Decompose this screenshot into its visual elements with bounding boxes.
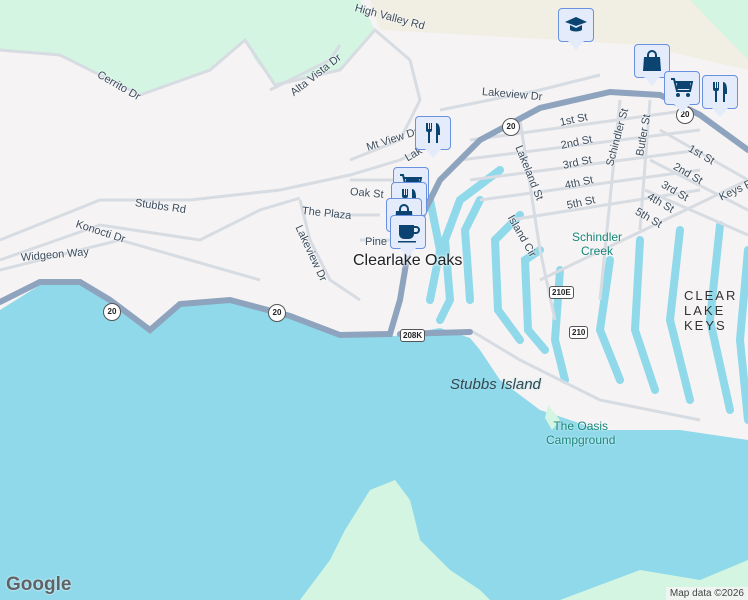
street-label: Pine bbox=[365, 236, 388, 248]
island-label: Stubbs Island bbox=[450, 376, 541, 393]
route-shield: 20 bbox=[502, 118, 520, 136]
campground-label-line: The Oasis bbox=[553, 419, 609, 433]
cafe-icon bbox=[398, 225, 420, 243]
route-box: 210 bbox=[569, 326, 589, 339]
campground-label-line: Campground bbox=[546, 433, 616, 447]
campground-label: The Oasis Campground bbox=[546, 419, 615, 447]
creek-label: Schindler Creek bbox=[572, 230, 622, 258]
school-marker[interactable] bbox=[558, 8, 594, 50]
restaurant-icon bbox=[426, 123, 440, 143]
map-attribution[interactable]: Map data ©2026 bbox=[665, 587, 748, 600]
map-canvas[interactable] bbox=[0, 0, 748, 600]
google-logo: Google bbox=[6, 574, 72, 595]
grocery-marker[interactable] bbox=[664, 71, 700, 113]
cart-icon bbox=[671, 78, 694, 97]
restaurant-icon bbox=[713, 82, 727, 102]
route-box: 210E bbox=[549, 286, 574, 299]
shopping-bag-icon bbox=[643, 50, 661, 71]
creek-label-line: Creek bbox=[581, 244, 614, 258]
school-icon bbox=[565, 17, 587, 32]
creek-label-line: Schindler bbox=[572, 230, 623, 244]
route-shield: 20 bbox=[268, 304, 286, 322]
restaurant-marker[interactable] bbox=[702, 75, 738, 117]
cafe-marker[interactable] bbox=[390, 215, 426, 257]
area-label: CLEAR LAKE KEYS bbox=[684, 288, 738, 333]
restaurant-marker[interactable] bbox=[415, 116, 451, 158]
route-box: 208K bbox=[400, 329, 426, 342]
route-shield: 20 bbox=[103, 303, 121, 321]
